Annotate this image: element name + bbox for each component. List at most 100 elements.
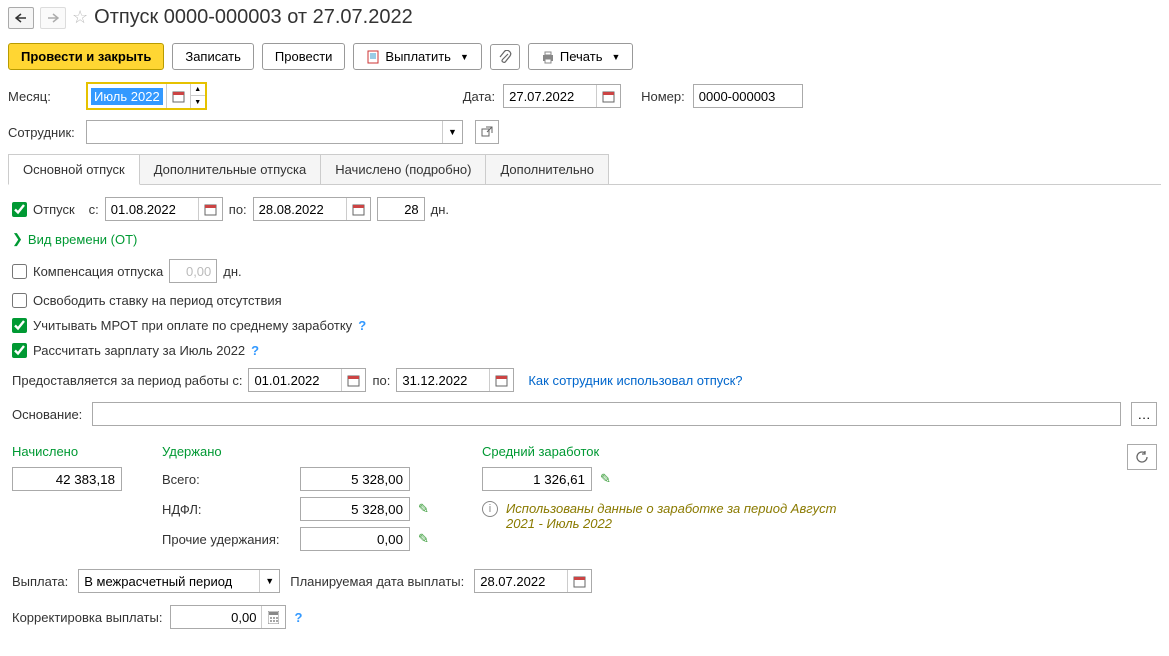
other-deductions-value[interactable] [300, 527, 410, 551]
pencil-icon[interactable]: ✎ [418, 501, 442, 517]
avg-earnings-value[interactable] [482, 467, 592, 491]
calendar-icon [172, 90, 185, 103]
planned-date-calendar[interactable] [567, 570, 591, 592]
calc-salary-checkbox[interactable] [12, 343, 27, 358]
document-number-input[interactable] [693, 84, 803, 108]
spinner-up[interactable]: ▲ [191, 84, 205, 96]
print-button[interactable]: Печать ▼ [528, 43, 634, 70]
release-rate-label: Освободить ставку на период отсутствия [33, 293, 282, 308]
calendar-icon [347, 374, 360, 387]
vacation-to-input[interactable] [253, 197, 371, 221]
favorite-star-icon[interactable]: ☆ [72, 7, 88, 28]
pencil-icon[interactable]: ✎ [600, 471, 611, 487]
total-value[interactable] [300, 467, 410, 491]
nav-back-button[interactable] [8, 7, 34, 29]
planned-date-label: Планируемая дата выплаты: [290, 574, 464, 589]
period-to-input[interactable] [396, 368, 514, 392]
tab-accrued-details[interactable]: Начислено (подробно) [320, 154, 486, 184]
time-type-expand[interactable]: ❯ Вид времени (ОТ) [12, 231, 1157, 247]
reason-input[interactable] [92, 402, 1121, 426]
days-unit: дн. [431, 202, 449, 217]
attach-button[interactable] [490, 44, 520, 70]
info-text: Использованы данные о заработке за перио… [506, 501, 862, 531]
to-label: по: [229, 202, 247, 217]
calendar-icon [573, 575, 586, 588]
payment-label: Выплата: [12, 574, 68, 589]
employee-label: Сотрудник: [8, 125, 78, 140]
open-external-icon [481, 126, 493, 138]
compensation-input[interactable] [169, 259, 217, 283]
refresh-icon [1135, 450, 1149, 464]
accrued-value[interactable] [12, 467, 122, 491]
from-calendar-button[interactable] [198, 198, 222, 220]
write-button[interactable]: Записать [172, 43, 254, 70]
tab-additional-vacations[interactable]: Дополнительные отпуска [139, 154, 322, 184]
arrow-left-icon [15, 13, 27, 23]
ndfl-label: НДФЛ: [162, 502, 292, 517]
combo-dropdown[interactable]: ▼ [259, 570, 279, 592]
to-calendar-button[interactable] [346, 198, 370, 220]
pencil-icon[interactable]: ✎ [418, 531, 442, 547]
calendar-icon [495, 374, 508, 387]
date-label: Дата: [463, 89, 495, 104]
correction-input-wrap[interactable] [170, 605, 286, 629]
spinner-down[interactable]: ▼ [191, 96, 205, 108]
vacation-from-input[interactable] [105, 197, 223, 221]
post-and-close-button[interactable]: Провести и закрыть [8, 43, 164, 70]
planned-date-input[interactable] [474, 569, 592, 593]
mrot-checkbox[interactable] [12, 318, 27, 333]
correction-calc-button[interactable] [261, 606, 285, 628]
month-calendar-button[interactable] [166, 84, 190, 108]
help-icon[interactable]: ? [358, 318, 366, 333]
document-date-input[interactable] [503, 84, 621, 108]
employee-open-button[interactable] [475, 120, 499, 144]
correction-input[interactable] [171, 606, 261, 628]
period-label: Предоставляется за период работы с: [12, 373, 242, 388]
period-to-label: по: [372, 373, 390, 388]
tab-main-vacation[interactable]: Основной отпуск [8, 154, 140, 185]
ndfl-value[interactable] [300, 497, 410, 521]
reason-label: Основание: [12, 407, 86, 422]
month-input[interactable]: Июль 2022 ▲ ▼ [86, 82, 207, 110]
avg-earnings-label: Средний заработок [482, 444, 862, 459]
arrow-right-icon [47, 13, 59, 23]
month-label: Месяц: [8, 89, 78, 104]
chevron-down-icon: ▼ [611, 52, 620, 62]
correction-label: Корректировка выплаты: [12, 610, 162, 625]
calendar-icon [602, 90, 615, 103]
vacation-usage-link[interactable]: Как сотрудник использовал отпуск? [528, 373, 742, 388]
deducted-label: Удержано [162, 444, 442, 459]
chevron-right-icon: ❯ [12, 231, 23, 247]
nav-forward-button[interactable] [40, 7, 66, 29]
help-icon[interactable]: ? [294, 610, 302, 625]
compensation-label: Компенсация отпуска [33, 264, 163, 279]
release-rate-checkbox[interactable] [12, 293, 27, 308]
refresh-button[interactable] [1127, 444, 1157, 470]
post-button[interactable]: Провести [262, 43, 346, 70]
date-calendar-button[interactable] [596, 85, 620, 107]
days-input[interactable] [377, 197, 425, 221]
number-label: Номер: [641, 89, 685, 104]
pay-button[interactable]: Выплатить ▼ [353, 43, 481, 70]
vacation-label: Отпуск [33, 202, 75, 217]
tab-additional[interactable]: Дополнительно [485, 154, 609, 184]
period-from-input[interactable] [248, 368, 366, 392]
calc-salary-label: Рассчитать зарплату за Июль 2022 [33, 343, 245, 358]
chevron-down-icon: ▼ [460, 52, 469, 62]
month-spinner[interactable]: ▲ ▼ [190, 84, 205, 108]
payment-combo[interactable]: ▼ [78, 569, 280, 593]
employee-combo[interactable]: ▼ [86, 120, 463, 144]
info-icon: i [482, 501, 498, 517]
period-to-calendar[interactable] [489, 369, 513, 391]
calendar-icon [352, 203, 365, 216]
vacation-checkbox[interactable] [12, 202, 27, 217]
combo-dropdown[interactable]: ▼ [442, 121, 462, 143]
compensation-checkbox[interactable] [12, 264, 27, 279]
period-from-calendar[interactable] [341, 369, 365, 391]
compensation-unit: дн. [223, 264, 241, 279]
calculator-icon [268, 611, 279, 624]
reason-ellipsis-button[interactable]: … [1131, 402, 1157, 426]
mrot-label: Учитывать МРОТ при оплате по среднему за… [33, 318, 352, 333]
tabs: Основной отпуск Дополнительные отпуска Н… [8, 154, 1161, 185]
help-icon[interactable]: ? [251, 343, 259, 358]
